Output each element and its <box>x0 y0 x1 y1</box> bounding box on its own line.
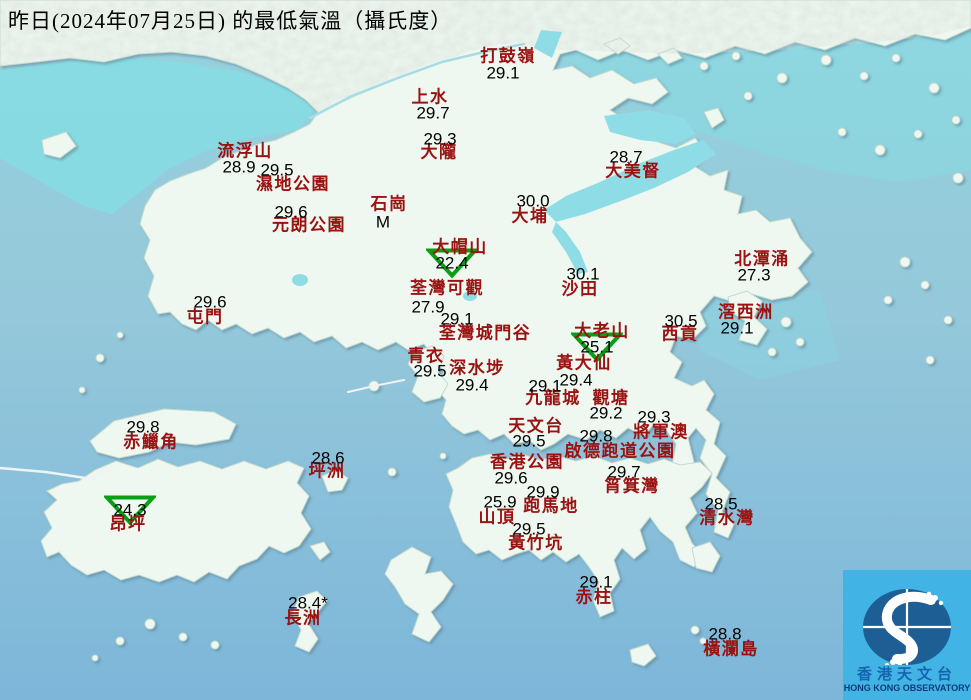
station-name-label: 深水埗 <box>449 360 505 377</box>
station-value: 29.6 <box>494 470 527 487</box>
station-value: 29.8 <box>579 428 612 445</box>
station-value: 29.8 <box>126 419 159 436</box>
station-value: 29.4 <box>455 377 488 394</box>
station-value: 29.1 <box>528 378 561 395</box>
station-value: 29.2 <box>589 405 622 422</box>
station-value: 29.5 <box>260 162 293 179</box>
station-value: 24.3 <box>113 502 146 519</box>
station-name-label: 黃大仙 <box>556 355 612 372</box>
hko-logo-emblem <box>843 570 971 665</box>
station-value: 22.4 <box>435 255 468 272</box>
station-name-label: 打鼓嶺 <box>480 48 536 65</box>
station-value: 28.5 <box>704 496 737 513</box>
station-value: 30.5 <box>664 313 697 330</box>
station-value: 29.3 <box>423 131 456 148</box>
station-value: 30.0 <box>516 193 549 210</box>
station-value: 29.7 <box>607 464 640 481</box>
station-value: 25.9 <box>483 494 516 511</box>
station-value: 29.5 <box>512 521 545 538</box>
station-value: 29.6 <box>274 204 307 221</box>
hko-logo-english: HONG KONG OBSERVATORY <box>843 683 971 693</box>
station-value: 28.7 <box>609 149 642 166</box>
hko-logo: 香港天文台 HONG KONG OBSERVATORY <box>843 570 971 700</box>
station-value: 28.4* <box>288 595 328 612</box>
station-value: 29.1 <box>486 65 519 82</box>
hko-logo-chinese: 香港天文台 <box>843 663 971 684</box>
station-value: 28.6 <box>311 450 344 467</box>
station-value: 29.1 <box>720 320 753 337</box>
station-value: 30.1 <box>566 266 599 283</box>
station-value: 27.3 <box>737 267 770 284</box>
stations-layer: 打鼓嶺29.1上水29.7大隴29.3流浮山28.9濕地公園29.5元朗公園29… <box>0 0 971 700</box>
station-value: 29.1 <box>579 574 612 591</box>
station-value: 28.8 <box>708 626 741 643</box>
station-value: 29.5 <box>413 363 446 380</box>
weather-map: 昨日(2024年07月25日) 的最低氣溫（攝氏度） 打鼓嶺29.1上水29.7… <box>0 0 971 700</box>
station-value: M <box>376 214 390 231</box>
station-name-label: 荃灣可觀 <box>410 280 484 297</box>
station-value: 29.4 <box>559 372 592 389</box>
station-value: 29.3 <box>637 409 670 426</box>
station-value: 28.9 <box>222 159 255 176</box>
station-value: 29.9 <box>526 484 559 501</box>
station-value: 29.5 <box>512 433 545 450</box>
station-value: 29.7 <box>416 105 449 122</box>
station-name-label: 石崗 <box>371 196 408 213</box>
station-value: 29.1 <box>440 311 473 328</box>
station-value: 29.6 <box>193 294 226 311</box>
